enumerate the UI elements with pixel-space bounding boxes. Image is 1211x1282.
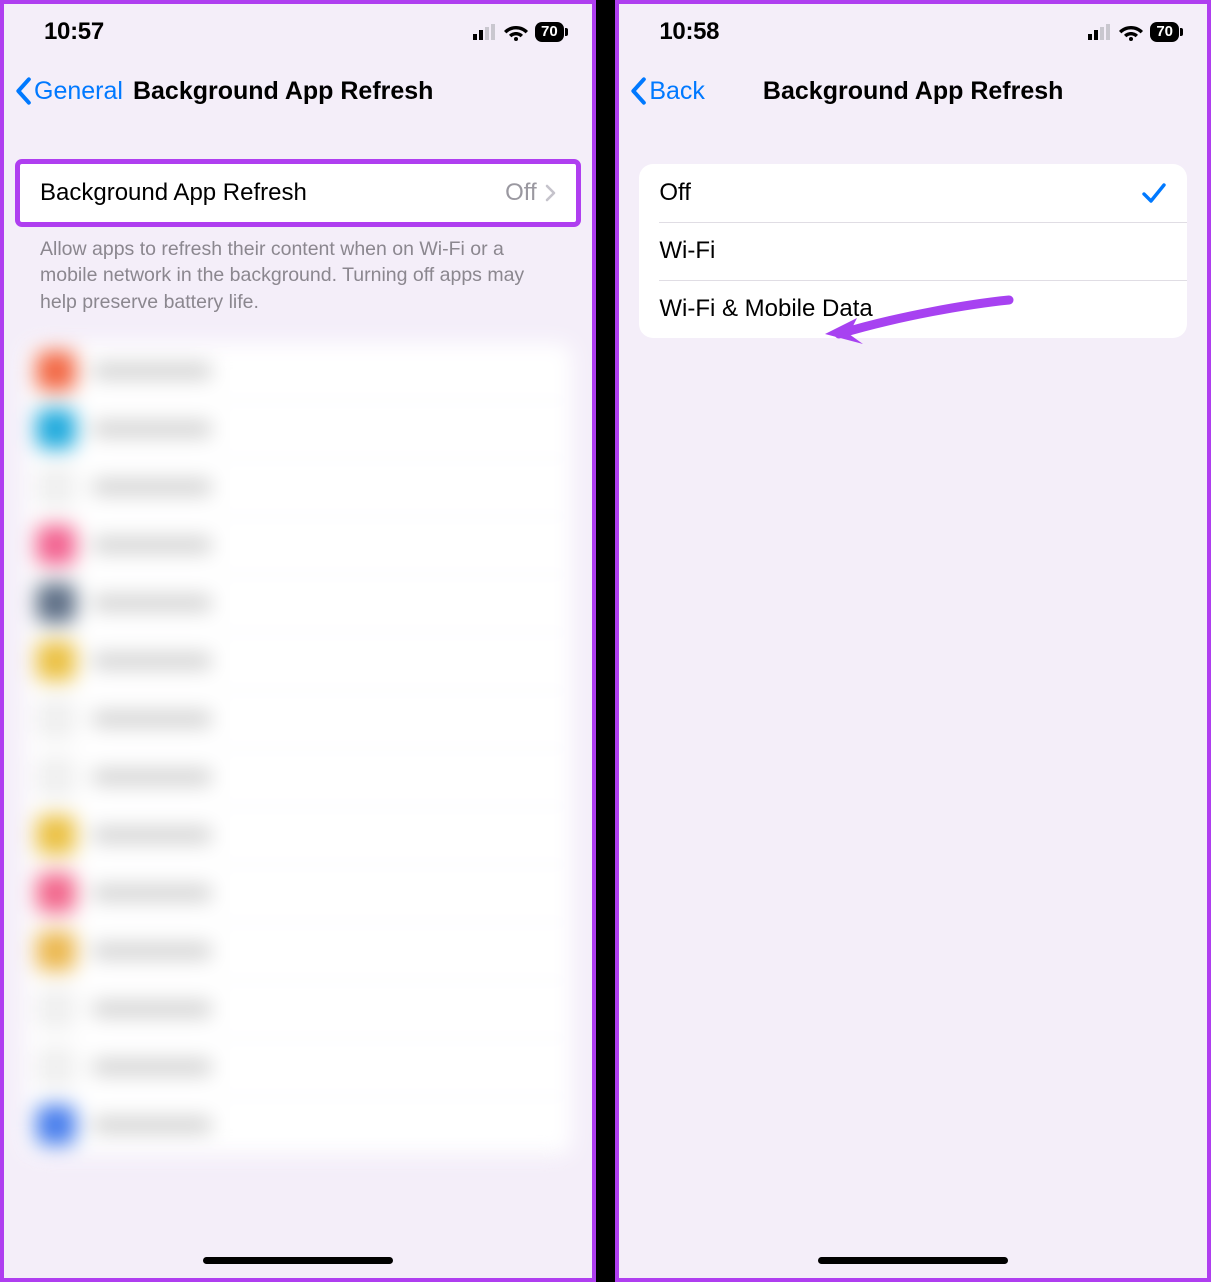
app-row-blurred <box>24 343 572 401</box>
app-icon-blurred <box>36 641 76 681</box>
option-wi-fi-mobile-data[interactable]: Wi-Fi & Mobile Data <box>639 280 1187 338</box>
app-label-blurred <box>92 596 212 610</box>
cellular-icon <box>473 24 497 40</box>
app-icon-blurred <box>36 815 76 855</box>
app-icon-blurred <box>36 931 76 971</box>
wifi-icon <box>504 23 528 41</box>
app-icon-blurred <box>36 467 76 507</box>
back-label: Back <box>649 77 705 106</box>
home-indicator[interactable] <box>818 1257 1008 1264</box>
app-label-blurred <box>92 712 212 726</box>
app-icon-blurred <box>36 757 76 797</box>
option-label: Off <box>659 179 691 207</box>
app-row-blurred <box>24 633 572 691</box>
status-indicators: 70 <box>473 22 564 42</box>
back-label: General <box>34 77 123 106</box>
page-title: Background App Refresh <box>133 77 434 106</box>
app-label-blurred <box>92 886 212 900</box>
phone-left: 10:57 70 <box>0 0 596 1282</box>
option-wi-fi[interactable]: Wi-Fi <box>639 222 1187 280</box>
app-row-blurred <box>24 459 572 517</box>
app-label-blurred <box>92 1002 212 1016</box>
chevron-left-icon <box>629 77 647 105</box>
home-indicator[interactable] <box>203 1257 393 1264</box>
chevron-left-icon <box>14 77 32 105</box>
app-row-blurred <box>24 981 572 1039</box>
app-row-blurred <box>24 1039 572 1097</box>
checkmark-icon <box>1141 182 1167 204</box>
app-icon-blurred <box>36 409 76 449</box>
app-row-blurred <box>24 807 572 865</box>
app-row-blurred <box>24 865 572 923</box>
cell-value-text: Off <box>505 179 537 207</box>
app-icon-blurred <box>36 525 76 565</box>
chevron-right-icon <box>545 184 556 202</box>
page-title: Background App Refresh <box>619 77 1207 106</box>
status-bar: 10:58 70 <box>619 4 1207 60</box>
app-icon-blurred <box>36 1105 76 1145</box>
wifi-icon <box>1119 23 1143 41</box>
app-label-blurred <box>92 422 212 436</box>
app-icon-blurred <box>36 351 76 391</box>
app-icon-blurred <box>36 583 76 623</box>
cell-label: Background App Refresh <box>40 179 307 207</box>
app-row-blurred <box>24 923 572 981</box>
section-footer: Allow apps to refresh their content when… <box>4 222 592 315</box>
app-label-blurred <box>92 944 212 958</box>
nav-header: General Background App Refresh <box>4 60 592 122</box>
options-group: Off Wi-Fi Wi-Fi & Mobile Data <box>639 164 1187 338</box>
status-time: 10:58 <box>659 18 719 46</box>
cell-value: Off <box>505 179 556 207</box>
app-row-blurred <box>24 517 572 575</box>
app-icon-blurred <box>36 989 76 1029</box>
back-button[interactable]: General <box>14 77 123 106</box>
app-label-blurred <box>92 1118 212 1132</box>
app-icon-blurred <box>36 699 76 739</box>
app-label-blurred <box>92 538 212 552</box>
app-row-blurred <box>24 401 572 459</box>
screenshot-divider <box>596 0 616 1282</box>
app-label-blurred <box>92 364 212 378</box>
status-time: 10:57 <box>44 18 104 46</box>
app-icon-blurred <box>36 873 76 913</box>
option-label: Wi-Fi & Mobile Data <box>659 295 872 323</box>
cellular-icon <box>1088 24 1112 40</box>
app-label-blurred <box>92 770 212 784</box>
option-off[interactable]: Off <box>639 164 1187 222</box>
master-switch-row-highlight: Background App Refresh Off <box>20 164 576 222</box>
status-indicators: 70 <box>1088 22 1179 42</box>
back-button[interactable]: Back <box>629 77 705 106</box>
app-label-blurred <box>92 1060 212 1074</box>
app-row-blurred <box>24 1097 572 1155</box>
status-bar: 10:57 70 <box>4 4 592 60</box>
phone-right: 10:58 70 <box>615 0 1211 1282</box>
battery-icon: 70 <box>535 22 564 42</box>
app-label-blurred <box>92 654 212 668</box>
background-refresh-master-cell[interactable]: Background App Refresh Off <box>20 164 576 222</box>
option-label: Wi-Fi <box>659 237 715 265</box>
app-row-blurred <box>24 691 572 749</box>
app-list-blurred <box>24 343 572 1155</box>
app-label-blurred <box>92 828 212 842</box>
app-icon-blurred <box>36 1047 76 1087</box>
nav-header: Back Background App Refresh <box>619 60 1207 122</box>
app-label-blurred <box>92 480 212 494</box>
app-row-blurred <box>24 575 572 633</box>
app-row-blurred <box>24 749 572 807</box>
battery-icon: 70 <box>1150 22 1179 42</box>
